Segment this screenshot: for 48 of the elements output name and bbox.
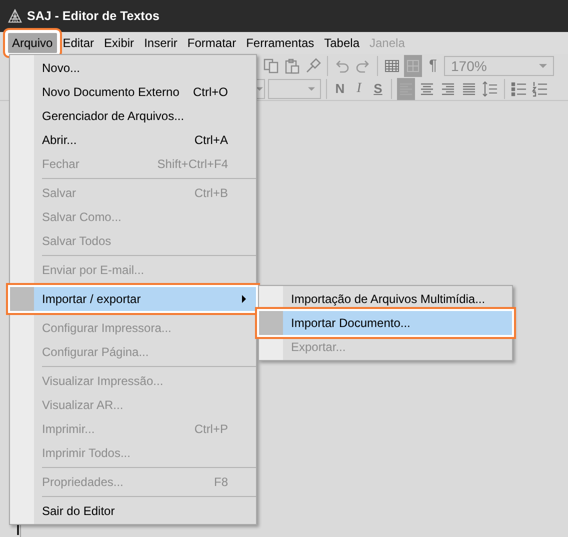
menu-item[interactable]: Importar Documento...: [259, 311, 512, 335]
brush-icon: [305, 58, 321, 74]
shortcut-text: Ctrl+B: [194, 186, 229, 200]
italic-button[interactable]: I: [351, 78, 367, 100]
shortcut-text: F8: [214, 475, 229, 489]
numbers-icon: [532, 80, 548, 96]
menu-item[interactable]: Sair do Editor: [10, 499, 256, 523]
grid-button[interactable]: [404, 54, 422, 76]
caret-icon: [308, 86, 315, 90]
shortcut-text: Ctrl+O: [192, 85, 229, 99]
menu-bar-item[interactable]: Formatar: [183, 33, 240, 53]
undo-icon: [334, 58, 350, 74]
menu-bar-item[interactable]: Exibir: [100, 33, 138, 53]
zoom-combo[interactable]: 170%: [444, 56, 554, 76]
grid-icon: [405, 58, 421, 74]
caret-icon: [539, 64, 547, 68]
copy-icon: [263, 58, 279, 74]
menu-item[interactable]: Abrir... Ctrl+A: [10, 128, 256, 152]
bold-button[interactable]: N: [332, 78, 348, 100]
menu-item[interactable]: Importação de Arquivos Multimídia...: [259, 287, 512, 311]
logo-icon: [8, 9, 22, 23]
paste-icon: [284, 58, 300, 74]
size-dropdown[interactable]: [268, 78, 321, 98]
window-title: SAJ - Editor de Textos: [27, 9, 160, 23]
menu-bar-item[interactable]: Ferramentas: [242, 33, 318, 53]
underline-button[interactable]: S: [370, 78, 386, 100]
menu-item[interactable]: Importar / exportar: [10, 287, 256, 311]
redo-icon: [355, 58, 371, 74]
shortcut-text: Shift+Ctrl+F4: [157, 157, 229, 171]
menu-item[interactable]: Novo...: [10, 56, 256, 80]
justify-icon: [461, 80, 477, 96]
align-right-icon: [440, 80, 456, 96]
align-left-button[interactable]: [397, 78, 415, 100]
menu-bar-item[interactable]: Arquivo: [8, 33, 57, 53]
align-center-icon: [419, 80, 435, 96]
bullets-icon: [511, 80, 527, 96]
align-left-icon: [398, 80, 414, 96]
menu-bar-item[interactable]: Editar: [58, 33, 98, 53]
menu-item[interactable]: Novo Documento Externo Ctrl+O: [10, 80, 256, 104]
shortcut-text: Ctrl+A: [194, 133, 229, 147]
paragraph-mark-button[interactable]: ¶: [425, 54, 441, 76]
table-icon: [384, 58, 400, 74]
menu-item[interactable]: Gerenciador de Arquivos...: [10, 104, 256, 128]
menu-bar-item[interactable]: Inserir: [140, 33, 182, 53]
submenu-arrow-icon: [242, 295, 246, 303]
menu-bar-item[interactable]: Tabela: [320, 33, 364, 53]
spacing-icon: [482, 80, 498, 96]
shortcut-text: Ctrl+P: [194, 422, 229, 436]
